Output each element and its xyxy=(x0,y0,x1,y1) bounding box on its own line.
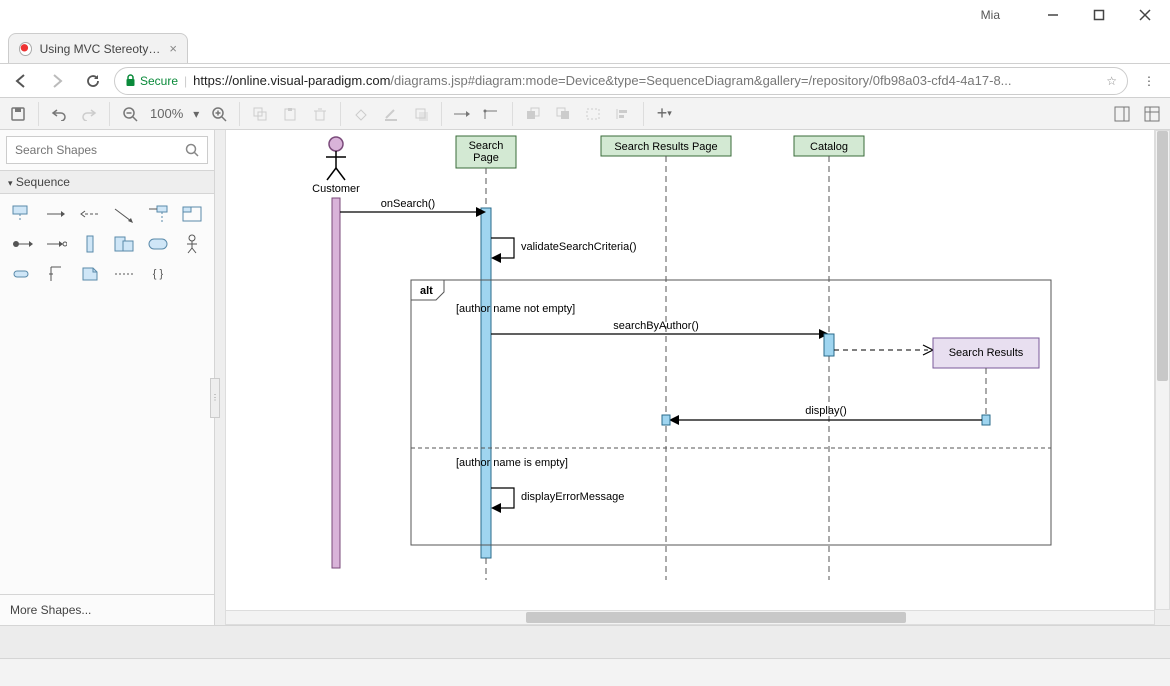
window-minimize-button[interactable] xyxy=(1030,0,1076,30)
svg-text:[author name not empty]: [author name not empty] xyxy=(456,303,575,315)
svg-text:validateSearchCriteria(): validateSearchCriteria() xyxy=(521,241,637,253)
favicon-icon xyxy=(19,42,32,56)
search-icon xyxy=(185,143,199,157)
palette-title: Sequence xyxy=(16,175,70,189)
to-front-button[interactable] xyxy=(519,101,547,127)
zoom-out-button[interactable] xyxy=(116,101,144,127)
tab-title: Using MVC Stereotypes v xyxy=(40,42,162,56)
diagram-svg: Customer Search Page Search Results Page… xyxy=(226,130,1146,590)
shape-return[interactable] xyxy=(76,202,104,226)
svg-text:display(): display() xyxy=(805,405,847,417)
outline-panel-button[interactable] xyxy=(1138,101,1166,127)
zoom-in-button[interactable] xyxy=(205,101,233,127)
shape-actor[interactable] xyxy=(178,232,206,256)
left-panel: ▾ Sequence { } xyxy=(0,130,215,625)
svg-text:Customer: Customer xyxy=(312,183,360,195)
copy-button[interactable] xyxy=(246,101,274,127)
svg-text:Search Results: Search Results xyxy=(949,347,1024,359)
connector-style-button[interactable] xyxy=(448,101,476,127)
app-toolbar: 100% ▾ +▾ xyxy=(0,98,1170,130)
forward-button[interactable] xyxy=(42,66,72,96)
palette-header[interactable]: ▾ Sequence xyxy=(0,170,214,194)
shape-note[interactable] xyxy=(76,262,104,286)
shape-concurrent[interactable] xyxy=(110,232,138,256)
svg-text:Search Results Page: Search Results Page xyxy=(614,141,717,153)
shape-create[interactable] xyxy=(110,202,138,226)
shape-gate[interactable] xyxy=(8,262,36,286)
delete-button[interactable] xyxy=(306,101,334,127)
save-button[interactable] xyxy=(4,101,32,127)
search-shapes[interactable] xyxy=(6,136,208,164)
shape-lifeline[interactable] xyxy=(8,202,36,226)
shape-frame[interactable] xyxy=(178,202,206,226)
url-text: https://online.visual-paradigm.com/diagr… xyxy=(193,73,1100,88)
shape-activation[interactable] xyxy=(76,232,104,256)
paste-button[interactable] xyxy=(276,101,304,127)
pages-row xyxy=(0,625,1170,658)
diagram-canvas[interactable]: Customer Search Page Search Results Page… xyxy=(225,130,1155,610)
shape-duration[interactable] xyxy=(42,262,70,286)
shape-found[interactable] xyxy=(8,232,36,256)
shape-message[interactable] xyxy=(42,202,70,226)
svg-text:displayErrorMessage: displayErrorMessage xyxy=(521,491,624,503)
undo-button[interactable] xyxy=(45,101,73,127)
svg-text:alt: alt xyxy=(420,285,433,297)
svg-text:[author name is empty]: [author name is empty] xyxy=(456,457,568,469)
browser-nav: Secure | https://online.visual-paradigm.… xyxy=(0,64,1170,98)
shadow-button[interactable] xyxy=(407,101,435,127)
fill-color-button[interactable] xyxy=(347,101,375,127)
status-bar xyxy=(0,658,1170,686)
browser-tab[interactable]: Using MVC Stereotypes v × xyxy=(8,33,188,63)
svg-text:onSearch(): onSearch() xyxy=(381,198,435,210)
align-button[interactable] xyxy=(609,101,637,127)
back-button[interactable] xyxy=(6,66,36,96)
palette-body: { } xyxy=(0,194,214,594)
add-button[interactable]: +▾ xyxy=(650,101,678,127)
reload-button[interactable] xyxy=(78,66,108,96)
format-panel-button[interactable] xyxy=(1108,101,1136,127)
shape-lost[interactable] xyxy=(42,232,70,256)
waypoint-button[interactable] xyxy=(478,101,506,127)
window-titlebar: Mia xyxy=(0,0,1170,30)
close-icon[interactable]: × xyxy=(169,41,177,56)
window-maximize-button[interactable] xyxy=(1076,0,1122,30)
canvas-area: ⋮ Customer Search Page Searc xyxy=(215,130,1170,625)
window-close-button[interactable] xyxy=(1122,0,1168,30)
workspace: ▾ Sequence { } xyxy=(0,130,1170,625)
search-input[interactable] xyxy=(15,143,185,157)
secure-indicator: Secure xyxy=(125,74,178,88)
browser-menu-button[interactable]: ⋮ xyxy=(1134,66,1164,96)
line-color-button[interactable] xyxy=(377,101,405,127)
shape-constraint[interactable]: { } xyxy=(144,262,172,286)
zoom-dropdown[interactable]: ▾ xyxy=(189,101,203,127)
horizontal-scrollbar[interactable] xyxy=(225,610,1155,625)
secure-label: Secure xyxy=(140,74,178,88)
browser-tabs: Using MVC Stereotypes v × xyxy=(0,30,1170,64)
zoom-level[interactable]: 100% xyxy=(146,106,187,121)
svg-text:Search: Search xyxy=(469,140,504,152)
to-back-button[interactable] xyxy=(549,101,577,127)
svg-text:searchByAuthor(): searchByAuthor() xyxy=(613,320,699,332)
redo-button[interactable] xyxy=(75,101,103,127)
svg-text:Catalog: Catalog xyxy=(810,141,848,153)
vertical-scrollbar[interactable] xyxy=(1155,130,1170,610)
svg-text:Page: Page xyxy=(473,152,499,164)
more-shapes-button[interactable]: More Shapes... xyxy=(0,594,214,625)
shape-destroy[interactable] xyxy=(144,202,172,226)
group-button[interactable] xyxy=(579,101,607,127)
split-handle[interactable]: ⋮ xyxy=(210,378,220,418)
shape-anchor[interactable] xyxy=(110,262,138,286)
address-bar[interactable]: Secure | https://online.visual-paradigm.… xyxy=(114,67,1128,95)
bookmark-icon[interactable]: ☆ xyxy=(1106,74,1117,88)
user-label: Mia xyxy=(981,8,1000,22)
shape-continuation[interactable] xyxy=(144,232,172,256)
